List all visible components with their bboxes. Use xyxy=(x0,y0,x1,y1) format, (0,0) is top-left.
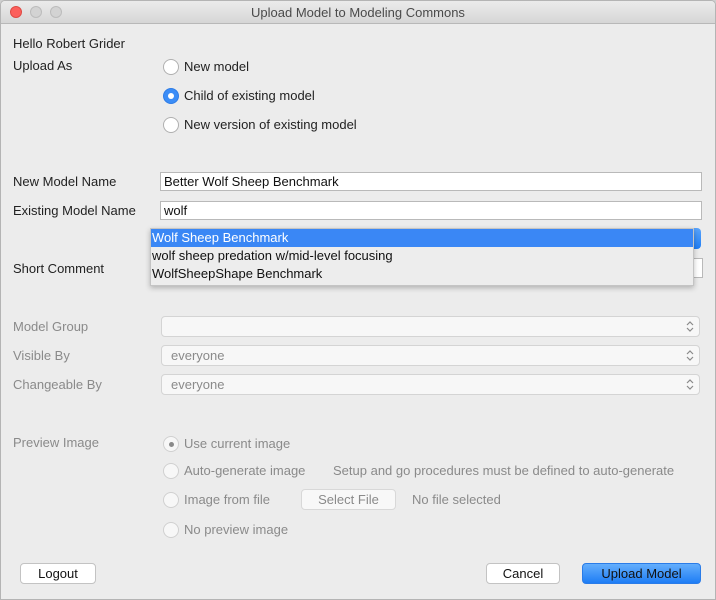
changeable-by-label: Changeable By xyxy=(13,377,102,392)
new-model-name-label: New Model Name xyxy=(13,174,117,189)
greeting-text: Hello Robert Grider xyxy=(13,36,125,51)
select-file-button[interactable]: Select File xyxy=(301,489,396,510)
existing-model-name-input[interactable]: wolf xyxy=(160,201,702,220)
auto-generate-note: Setup and go procedures must be defined … xyxy=(333,463,675,478)
up-down-chevron-icon xyxy=(686,379,694,390)
radio-new-model[interactable] xyxy=(163,59,179,75)
upload-dialog: Upload Model to Modeling Commons Hello R… xyxy=(0,0,716,600)
suggestion-item[interactable]: WolfSheepShape Benchmark xyxy=(151,265,693,283)
radio-new-model-label[interactable]: New model xyxy=(184,59,249,74)
visible-by-select[interactable]: everyone xyxy=(161,345,700,366)
radio-no-preview-image[interactable] xyxy=(163,522,179,538)
existing-model-suggestions: Wolf Sheep Benchmark wolf sheep predatio… xyxy=(150,228,694,286)
radio-new-version-label[interactable]: New version of existing model xyxy=(184,117,357,132)
file-status: No file selected xyxy=(412,492,501,507)
new-model-name-input[interactable]: Better Wolf Sheep Benchmark xyxy=(160,172,702,191)
radio-auto-generate-image-label[interactable]: Auto-generate image xyxy=(184,463,305,478)
up-down-chevron-icon xyxy=(686,350,694,361)
logout-button[interactable]: Logout xyxy=(20,563,96,584)
radio-use-current-image-label[interactable]: Use current image xyxy=(184,436,290,451)
suggestion-item[interactable]: Wolf Sheep Benchmark xyxy=(151,229,693,247)
radio-use-current-image[interactable] xyxy=(163,436,179,452)
changeable-by-value: everyone xyxy=(171,377,225,392)
radio-no-preview-image-label[interactable]: No preview image xyxy=(184,522,288,537)
radio-new-version[interactable] xyxy=(163,117,179,133)
preview-image-label: Preview Image xyxy=(13,435,99,450)
radio-auto-generate-image[interactable] xyxy=(163,463,179,479)
radio-child-of-existing[interactable] xyxy=(163,88,179,104)
upload-model-button[interactable]: Upload Model xyxy=(582,563,701,584)
cancel-button[interactable]: Cancel xyxy=(486,563,560,584)
short-comment-label: Short Comment xyxy=(13,261,105,276)
title-bar[interactable]: Upload Model to Modeling Commons xyxy=(1,1,715,24)
up-down-chevron-icon xyxy=(686,321,694,332)
visible-by-value: everyone xyxy=(171,348,225,363)
visible-by-label: Visible By xyxy=(13,348,70,363)
radio-image-from-file-label[interactable]: Image from file xyxy=(184,492,270,507)
radio-child-of-existing-label[interactable]: Child of existing model xyxy=(184,88,315,103)
model-group-select[interactable] xyxy=(161,316,700,337)
changeable-by-select[interactable]: everyone xyxy=(161,374,700,395)
existing-model-name-label: Existing Model Name xyxy=(13,203,136,218)
model-group-label: Model Group xyxy=(13,319,89,334)
suggestion-item[interactable]: wolf sheep predation w/mid-level focusin… xyxy=(151,247,693,265)
radio-image-from-file[interactable] xyxy=(163,492,179,508)
upload-as-label: Upload As xyxy=(13,58,73,73)
window-title: Upload Model to Modeling Commons xyxy=(251,5,465,20)
